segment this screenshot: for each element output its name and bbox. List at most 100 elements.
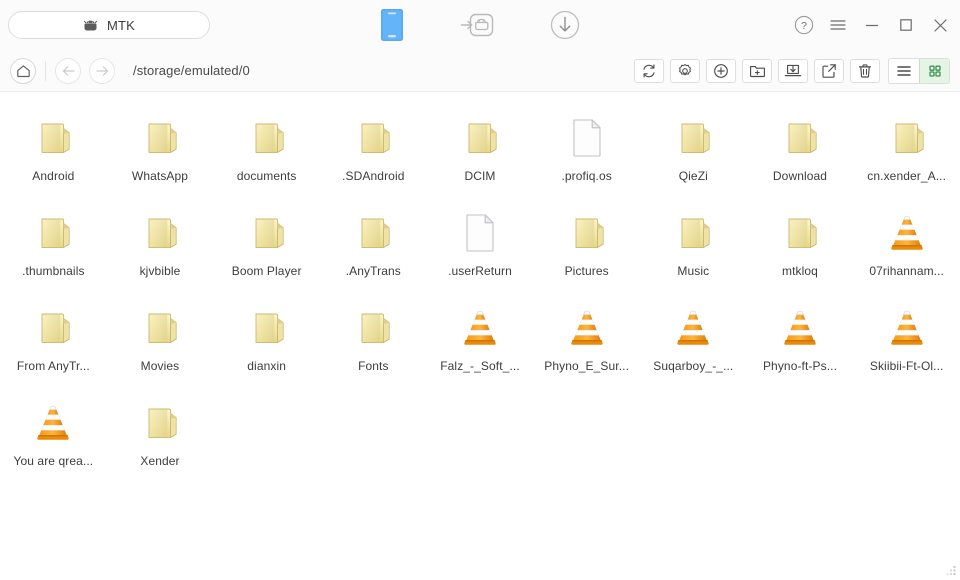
path-breadcrumb[interactable]: /storage/emulated/0 <box>133 63 250 78</box>
folder-icon <box>29 304 77 348</box>
file-item-label: .thumbnails <box>22 264 85 278</box>
folder-icon <box>349 114 397 158</box>
new-folder-button[interactable] <box>742 58 772 83</box>
back-button[interactable] <box>55 57 81 84</box>
file-item-label: Android <box>32 169 75 183</box>
home-button[interactable] <box>10 57 36 84</box>
file-item[interactable]: kjvbible <box>107 205 214 278</box>
file-item[interactable]: Pictures <box>533 205 640 278</box>
delete-button[interactable] <box>850 58 880 83</box>
folder-icon <box>349 304 397 348</box>
file-item-label: documents <box>236 169 297 183</box>
file-item[interactable]: Android <box>0 110 107 183</box>
device-tab-mtk[interactable]: MTK <box>8 11 210 39</box>
file-item-label: You are qrea... <box>13 454 94 468</box>
install-apk-to-android-icon[interactable] <box>460 10 494 40</box>
file-item[interactable]: Skiibii-Ft-Ol... <box>853 300 960 373</box>
file-browser-area: Android WhatsApp documents .SDAndroid DC… <box>0 92 960 580</box>
file-item-label: .AnyTrans <box>345 264 401 278</box>
file-item-label: Falz_-_Soft_... <box>440 359 520 373</box>
file-item[interactable]: WhatsApp <box>107 110 214 183</box>
title-bar: MTK ? <box>0 0 960 50</box>
file-item-label: cn.xender_A... <box>867 169 947 183</box>
file-item[interactable]: Movies <box>107 300 214 373</box>
navigation-bar: /storage/emulated/0 <box>0 50 960 92</box>
svg-text:?: ? <box>801 20 807 32</box>
folder-icon <box>136 399 184 443</box>
file-item[interactable]: .SDAndroid <box>320 110 427 183</box>
view-list-button[interactable] <box>889 58 919 83</box>
file-item-label: From AnyTr... <box>16 359 90 373</box>
view-toggle <box>888 57 950 84</box>
download-icon[interactable] <box>550 10 580 40</box>
file-item-label: Skiibii-Ft-Ol... <box>869 359 944 373</box>
folder-icon <box>136 209 184 253</box>
menu-icon[interactable] <box>828 15 848 35</box>
folder-icon <box>243 114 291 158</box>
vlc-media-icon <box>776 304 824 348</box>
vlc-media-icon <box>563 304 611 348</box>
file-grid: Android WhatsApp documents .SDAndroid DC… <box>0 110 960 468</box>
folder-icon <box>29 209 77 253</box>
file-item[interactable]: cn.xender_A... <box>853 110 960 183</box>
settings-button[interactable] <box>670 58 700 83</box>
file-item[interactable]: Download <box>747 110 854 183</box>
folder-icon <box>563 209 611 253</box>
file-item[interactable]: Xender <box>107 395 214 468</box>
help-icon[interactable]: ? <box>794 15 814 35</box>
folder-icon <box>669 114 717 158</box>
folder-icon <box>29 114 77 158</box>
file-item-label: Xender <box>140 454 180 468</box>
file-item[interactable]: From AnyTr... <box>0 300 107 373</box>
file-item-label: kjvbible <box>139 264 181 278</box>
view-grid-button[interactable] <box>919 58 949 83</box>
device-phone-icon[interactable] <box>380 8 404 42</box>
folder-icon <box>776 209 824 253</box>
file-item[interactable]: QieZi <box>640 110 747 183</box>
refresh-button[interactable] <box>634 58 664 83</box>
file-item[interactable]: Phyno_E_Sur... <box>533 300 640 373</box>
resize-grip[interactable] <box>944 565 957 578</box>
add-button[interactable] <box>706 58 736 83</box>
export-to-computer-button[interactable] <box>778 58 808 83</box>
file-item-label: DCIM <box>464 169 496 183</box>
folder-icon <box>669 209 717 253</box>
file-item-label: Movies <box>140 359 180 373</box>
file-item[interactable]: dianxin <box>213 300 320 373</box>
file-icon <box>563 114 611 158</box>
file-item[interactable]: documents <box>213 110 320 183</box>
file-item[interactable]: mtkloq <box>747 205 854 278</box>
file-item[interactable]: Music <box>640 205 747 278</box>
file-item-label: WhatsApp <box>131 169 189 183</box>
close-icon[interactable] <box>930 15 950 35</box>
file-item[interactable]: Phyno-ft-Ps... <box>747 300 854 373</box>
file-item[interactable]: DCIM <box>427 110 534 183</box>
file-item[interactable]: Suqarboy_-_... <box>640 300 747 373</box>
file-item-label: 07rihannam... <box>869 264 944 278</box>
maximize-icon[interactable] <box>896 15 916 35</box>
file-item[interactable]: .userReturn <box>427 205 534 278</box>
file-item[interactable]: .AnyTrans <box>320 205 427 278</box>
file-item[interactable]: Fonts <box>320 300 427 373</box>
forward-button[interactable] <box>89 57 115 84</box>
nav-arrows <box>55 57 115 84</box>
device-tab-label: MTK <box>106 17 136 33</box>
window-controls: ? <box>794 0 950 50</box>
file-item-label: QieZi <box>678 169 708 183</box>
file-item[interactable]: .profiq.os <box>533 110 640 183</box>
file-item[interactable]: You are qrea... <box>0 395 107 468</box>
file-item-label: mtkloq <box>782 264 818 278</box>
folder-icon <box>243 304 291 348</box>
minimize-icon[interactable] <box>862 15 882 35</box>
file-item[interactable]: .thumbnails <box>0 205 107 278</box>
file-item[interactable]: Falz_-_Soft_... <box>427 300 534 373</box>
folder-icon <box>349 209 397 253</box>
file-item-label: dianxin <box>247 359 287 373</box>
rename-button[interactable] <box>814 58 844 83</box>
file-item[interactable]: Boom Player <box>213 205 320 278</box>
file-item[interactable]: 07rihannam... <box>853 205 960 278</box>
nav-separator <box>45 60 46 81</box>
vlc-media-icon <box>456 304 504 348</box>
folder-icon <box>243 209 291 253</box>
folder-icon <box>136 114 184 158</box>
